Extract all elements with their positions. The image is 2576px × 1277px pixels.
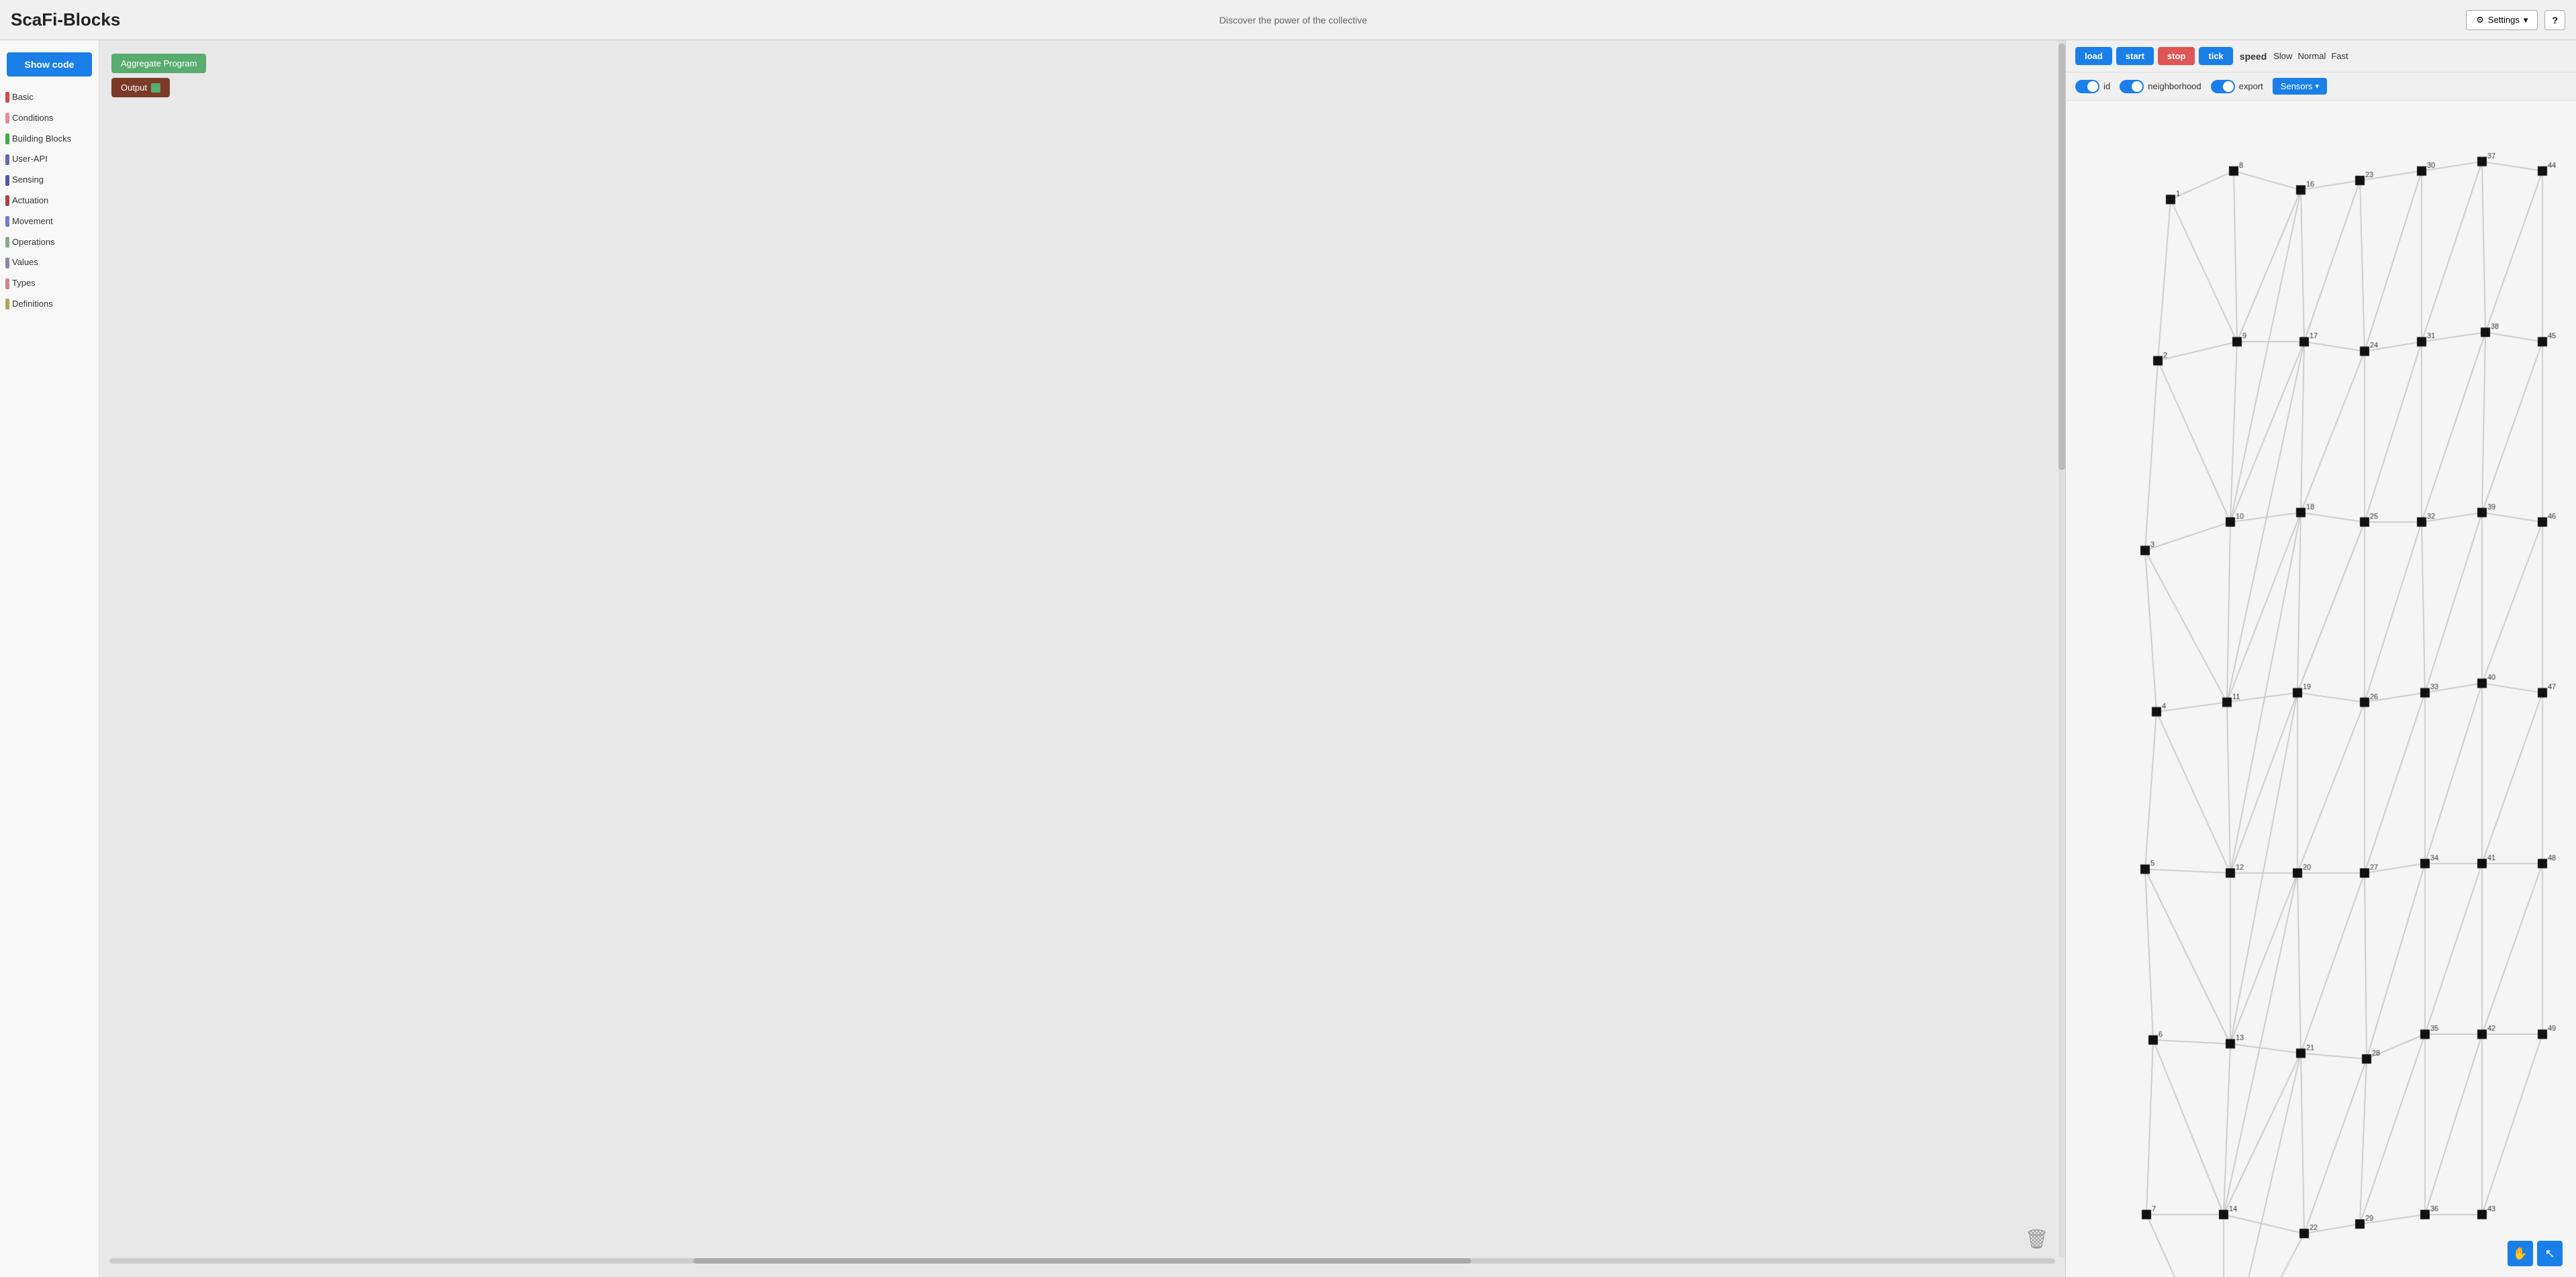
header: ScaFi-Blocks Discover the power of the c… bbox=[0, 0, 2576, 40]
scrollbar-thumb-h bbox=[693, 1258, 1472, 1264]
speed-normal[interactable]: Normal bbox=[2297, 51, 2326, 61]
app-title: ScaFi-Blocks bbox=[11, 9, 120, 30]
speed-slow[interactable]: Slow bbox=[2273, 51, 2292, 61]
neighborhood-toggle-group: neighborhood bbox=[2120, 80, 2201, 93]
sidebar-item-sensing[interactable]: Sensing bbox=[0, 170, 99, 191]
sidebar-item-user-api[interactable]: User-API bbox=[0, 149, 99, 170]
network-canvas[interactable] bbox=[2066, 101, 2576, 1277]
cursor-tool-button[interactable]: ↖ bbox=[2537, 1241, 2563, 1266]
sidebar-item-operations[interactable]: Operations bbox=[0, 232, 99, 253]
workspace: Aggregate Program Output 🗑 bbox=[99, 40, 2066, 1277]
scrollbar-thumb bbox=[2059, 44, 2065, 470]
vertical-scrollbar[interactable] bbox=[2059, 40, 2065, 1257]
network-toolbar: ✋ ↖ bbox=[2508, 1241, 2563, 1266]
hand-tool-button[interactable]: ✋ bbox=[2508, 1241, 2533, 1266]
sidebar-item-basic[interactable]: Basic bbox=[0, 87, 99, 108]
output-label: Output bbox=[121, 83, 147, 93]
id-toggle-group: id bbox=[2075, 80, 2110, 93]
sidebar-item-actuation[interactable]: Actuation bbox=[0, 191, 99, 211]
sensors-button[interactable]: Sensors bbox=[2273, 78, 2327, 95]
aggregate-program-block[interactable]: Aggregate Program bbox=[111, 54, 206, 73]
right-panel: load start stop tick speed Slow Normal F… bbox=[2066, 40, 2576, 1277]
workspace-canvas[interactable]: Aggregate Program Output 🗑 bbox=[99, 40, 2065, 1277]
main-layout: Show code BasicConditionsBuilding Blocks… bbox=[0, 40, 2576, 1277]
sidebar-item-definitions[interactable]: Definitions bbox=[0, 294, 99, 315]
speed-label: speed bbox=[2240, 51, 2267, 62]
start-button[interactable]: start bbox=[2116, 47, 2154, 65]
neighborhood-toggle[interactable] bbox=[2120, 80, 2144, 93]
settings-button[interactable]: ⚙ Settings ▾ bbox=[2466, 10, 2538, 30]
show-code-button[interactable]: Show code bbox=[7, 52, 92, 76]
tick-button[interactable]: tick bbox=[2199, 47, 2232, 65]
output-block[interactable]: Output bbox=[111, 78, 170, 97]
neighborhood-label: neighborhood bbox=[2148, 81, 2201, 91]
id-toggle[interactable] bbox=[2075, 80, 2099, 93]
header-right: ⚙ Settings ▾ ? bbox=[2466, 10, 2565, 30]
speed-options: Slow Normal Fast bbox=[2273, 51, 2348, 61]
load-button[interactable]: load bbox=[2075, 47, 2112, 65]
trash-icon[interactable]: 🗑 bbox=[2024, 1228, 2048, 1250]
help-button[interactable]: ? bbox=[2544, 10, 2565, 30]
chevron-down-icon: ▾ bbox=[2524, 15, 2528, 25]
sim-toolbar: load start stop tick speed Slow Normal F… bbox=[2066, 40, 2576, 72]
sim-options: id neighborhood export Sensors bbox=[2066, 72, 2576, 101]
export-label: export bbox=[2239, 81, 2263, 91]
sidebar-item-building-blocks[interactable]: Building Blocks bbox=[0, 129, 99, 150]
sidebar-item-movement[interactable]: Movement bbox=[0, 211, 99, 232]
output-connector bbox=[151, 83, 160, 93]
sidebar: Show code BasicConditionsBuilding Blocks… bbox=[0, 40, 99, 1277]
app-subtitle: Discover the power of the collective bbox=[1220, 15, 1367, 25]
export-toggle-group: export bbox=[2211, 80, 2263, 93]
speed-fast[interactable]: Fast bbox=[2331, 51, 2348, 61]
horizontal-scrollbar[interactable] bbox=[109, 1258, 2055, 1264]
sidebar-item-conditions[interactable]: Conditions bbox=[0, 108, 99, 129]
stop-button[interactable]: stop bbox=[2158, 47, 2195, 65]
export-toggle[interactable] bbox=[2211, 80, 2235, 93]
sidebar-item-values[interactable]: Values bbox=[0, 252, 99, 273]
sidebar-item-types[interactable]: Types bbox=[0, 273, 99, 294]
gear-icon: ⚙ bbox=[2476, 15, 2484, 25]
id-label: id bbox=[2103, 81, 2110, 91]
network-visualization[interactable]: ✋ ↖ bbox=[2066, 101, 2576, 1277]
